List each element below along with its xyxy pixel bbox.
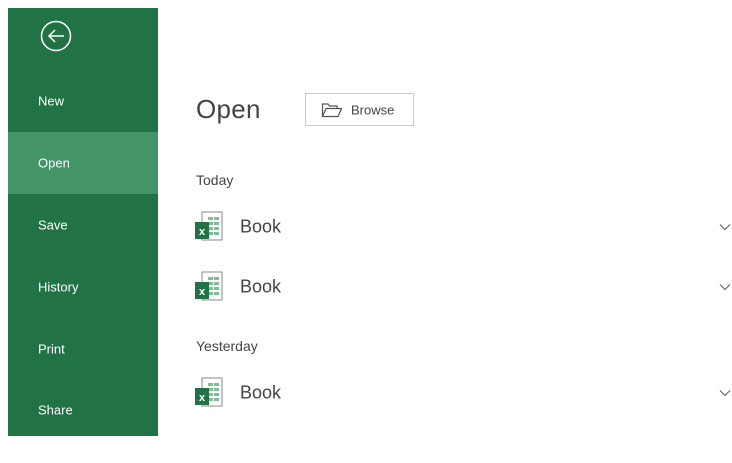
sidebar-item-label: History bbox=[38, 279, 79, 295]
chevron-down-icon[interactable] bbox=[718, 280, 732, 294]
back-button[interactable] bbox=[40, 20, 72, 52]
chevron-down-icon[interactable] bbox=[718, 220, 732, 234]
sidebar-item-label: New bbox=[38, 93, 65, 109]
sidebar-item-label: Share bbox=[38, 402, 73, 418]
sidebar-item-save[interactable]: Save bbox=[8, 194, 158, 256]
sidebar-item-label: Print bbox=[38, 341, 65, 357]
browse-button[interactable]: Browse bbox=[305, 93, 414, 126]
svg-text:x: x bbox=[199, 286, 206, 298]
sidebar-item-share[interactable]: Share bbox=[8, 379, 158, 441]
sidebar-item-print[interactable]: Print bbox=[8, 318, 158, 380]
back-arrow-circle-icon bbox=[40, 20, 72, 52]
sidebar-item-label: Open bbox=[38, 155, 70, 171]
page-title: Open bbox=[196, 94, 261, 124]
sidebar-item-new[interactable]: New bbox=[8, 70, 158, 132]
svg-text:x: x bbox=[199, 226, 206, 238]
file-name: Book bbox=[240, 276, 282, 297]
sidebar-item-history[interactable]: History bbox=[8, 256, 158, 318]
backstage-sidebar: New Open Save History Print Share bbox=[8, 8, 158, 436]
excel-file-icon: x bbox=[194, 377, 224, 414]
group-header-yesterday: Yesterday bbox=[196, 338, 258, 354]
sidebar-item-open[interactable]: Open bbox=[8, 132, 158, 194]
file-name: Book bbox=[240, 216, 282, 237]
excel-file-icon: x bbox=[194, 211, 224, 248]
recent-file-row[interactable]: x Book bbox=[188, 204, 732, 250]
file-name: Book bbox=[240, 382, 282, 403]
browse-label: Browse bbox=[351, 102, 395, 117]
chevron-down-icon[interactable] bbox=[718, 386, 732, 400]
backstage-page: New Open Save History Print Share Open B… bbox=[0, 0, 732, 463]
recent-file-row[interactable]: x Book bbox=[188, 370, 732, 416]
group-header-today: Today bbox=[196, 172, 234, 188]
svg-text:x: x bbox=[199, 392, 206, 404]
excel-file-icon: x bbox=[194, 271, 224, 308]
open-panel: Open Browse Today x Book x Book Yesterda… bbox=[158, 0, 732, 463]
recent-file-row[interactable]: x Book bbox=[188, 264, 732, 310]
folder-open-icon bbox=[321, 102, 343, 123]
sidebar-item-label: Save bbox=[38, 217, 68, 233]
